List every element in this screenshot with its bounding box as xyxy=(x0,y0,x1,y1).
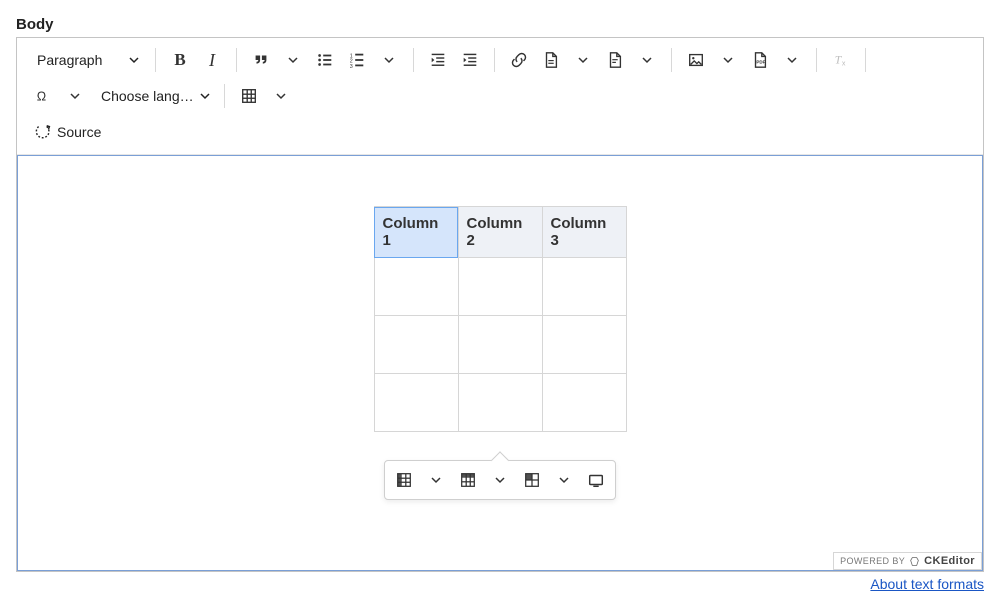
separator xyxy=(816,48,817,72)
heading-dropdown[interactable]: Paragraph xyxy=(27,44,147,76)
svg-text:x: x xyxy=(842,58,846,67)
table-row xyxy=(374,374,626,432)
indent-icon xyxy=(461,51,479,69)
separator xyxy=(494,48,495,72)
separator xyxy=(236,48,237,72)
table-cell[interactable] xyxy=(374,374,458,432)
source-icon xyxy=(35,123,53,141)
italic-button[interactable]: I xyxy=(196,44,228,76)
powered-by-prefix: POWERED BY xyxy=(840,556,905,566)
footer: About text formats xyxy=(16,576,984,592)
image-dropdown[interactable] xyxy=(712,55,744,65)
blockquote-dropdown[interactable] xyxy=(277,55,309,65)
source-button-label: Source xyxy=(57,124,101,140)
outdent-button[interactable] xyxy=(422,44,454,76)
ckeditor-logo-icon xyxy=(909,556,920,567)
bold-icon: B xyxy=(174,50,185,70)
svg-text:Ω: Ω xyxy=(37,90,46,104)
merge-cells-icon xyxy=(523,471,541,489)
table-header-cell[interactable]: Column 1 xyxy=(374,207,458,258)
table-cell[interactable] xyxy=(458,374,542,432)
table-dropdown[interactable] xyxy=(265,91,297,101)
merge-cells-button[interactable] xyxy=(517,465,547,495)
image-button[interactable] xyxy=(680,44,712,76)
table-balloon-toolbar xyxy=(384,460,616,500)
chevron-down-icon xyxy=(129,55,139,65)
document-upload-dropdown[interactable] xyxy=(567,55,599,65)
table-cell[interactable] xyxy=(542,316,626,374)
separator xyxy=(413,48,414,72)
special-char-button[interactable]: Ω xyxy=(27,80,59,112)
pdf-icon: PDF xyxy=(751,51,769,69)
italic-icon: I xyxy=(209,50,215,71)
numbered-list-dropdown[interactable] xyxy=(373,55,405,65)
indent-button[interactable] xyxy=(454,44,486,76)
link-icon xyxy=(510,51,528,69)
document-alt-icon xyxy=(606,51,624,69)
chevron-down-icon xyxy=(200,91,210,101)
field-label: Body xyxy=(16,16,984,33)
separator xyxy=(155,48,156,72)
fullscreen-icon xyxy=(587,471,605,489)
blockquote-button[interactable] xyxy=(245,44,277,76)
table-cell[interactable] xyxy=(458,258,542,316)
separator xyxy=(671,48,672,72)
language-dropdown[interactable]: Choose lang… xyxy=(91,80,216,112)
table-column-icon xyxy=(395,471,413,489)
table-row-icon xyxy=(459,471,477,489)
quote-icon xyxy=(252,51,270,69)
document-icon xyxy=(542,51,560,69)
bulleted-list-button[interactable] xyxy=(309,44,341,76)
outdent-icon xyxy=(429,51,447,69)
language-dropdown-label: Choose lang… xyxy=(101,88,194,104)
remove-format-button[interactable]: Tx xyxy=(825,44,857,76)
pdf-dropdown[interactable] xyxy=(776,55,808,65)
heading-dropdown-label: Paragraph xyxy=(37,52,102,68)
table-cell[interactable] xyxy=(542,258,626,316)
powered-by-brand: CKEditor xyxy=(924,555,975,567)
table-row xyxy=(374,258,626,316)
document-insert-button[interactable] xyxy=(599,44,631,76)
editor-wrapper: Paragraph B I 123 xyxy=(16,37,984,572)
powered-by-badge[interactable]: POWERED BY CKEditor xyxy=(833,552,982,570)
pdf-button[interactable]: PDF xyxy=(744,44,776,76)
document-insert-dropdown[interactable] xyxy=(631,55,663,65)
table-icon xyxy=(240,87,258,105)
table-header-cell[interactable]: Column 2 xyxy=(458,207,542,258)
editor-content[interactable]: Column 1Column 2Column 3 POWERED BY CKE xyxy=(17,155,983,571)
table-button[interactable] xyxy=(233,80,265,112)
bold-button[interactable]: B xyxy=(164,44,196,76)
table-column-dropdown[interactable] xyxy=(421,465,451,495)
omega-icon: Ω xyxy=(34,87,52,105)
table-header-cell[interactable]: Column 3 xyxy=(542,207,626,258)
document-upload-button[interactable] xyxy=(535,44,567,76)
about-text-formats-link[interactable]: About text formats xyxy=(870,576,984,592)
table-cell[interactable] xyxy=(542,374,626,432)
source-button[interactable]: Source xyxy=(27,116,109,148)
bulleted-list-icon xyxy=(316,51,334,69)
table-row xyxy=(374,316,626,374)
table-header-row: Column 1Column 2Column 3 xyxy=(374,207,626,258)
svg-text:PDF: PDF xyxy=(756,60,765,65)
image-icon xyxy=(687,51,705,69)
table-cell[interactable] xyxy=(458,316,542,374)
numbered-list-icon: 123 xyxy=(348,51,366,69)
table-cell[interactable] xyxy=(374,258,458,316)
fullscreen-button[interactable] xyxy=(581,465,611,495)
link-button[interactable] xyxy=(503,44,535,76)
separator xyxy=(224,84,225,108)
table-row-button[interactable] xyxy=(453,465,483,495)
table-row-dropdown[interactable] xyxy=(485,465,515,495)
toolbar: Paragraph B I 123 xyxy=(17,38,983,155)
table-column-button[interactable] xyxy=(389,465,419,495)
merge-cells-dropdown[interactable] xyxy=(549,465,579,495)
remove-format-icon: Tx xyxy=(832,51,850,69)
separator xyxy=(865,48,866,72)
numbered-list-button[interactable]: 123 xyxy=(341,44,373,76)
content-table[interactable]: Column 1Column 2Column 3 xyxy=(374,206,627,432)
table-cell[interactable] xyxy=(374,316,458,374)
svg-text:3: 3 xyxy=(350,64,353,69)
special-char-dropdown[interactable] xyxy=(59,91,91,101)
